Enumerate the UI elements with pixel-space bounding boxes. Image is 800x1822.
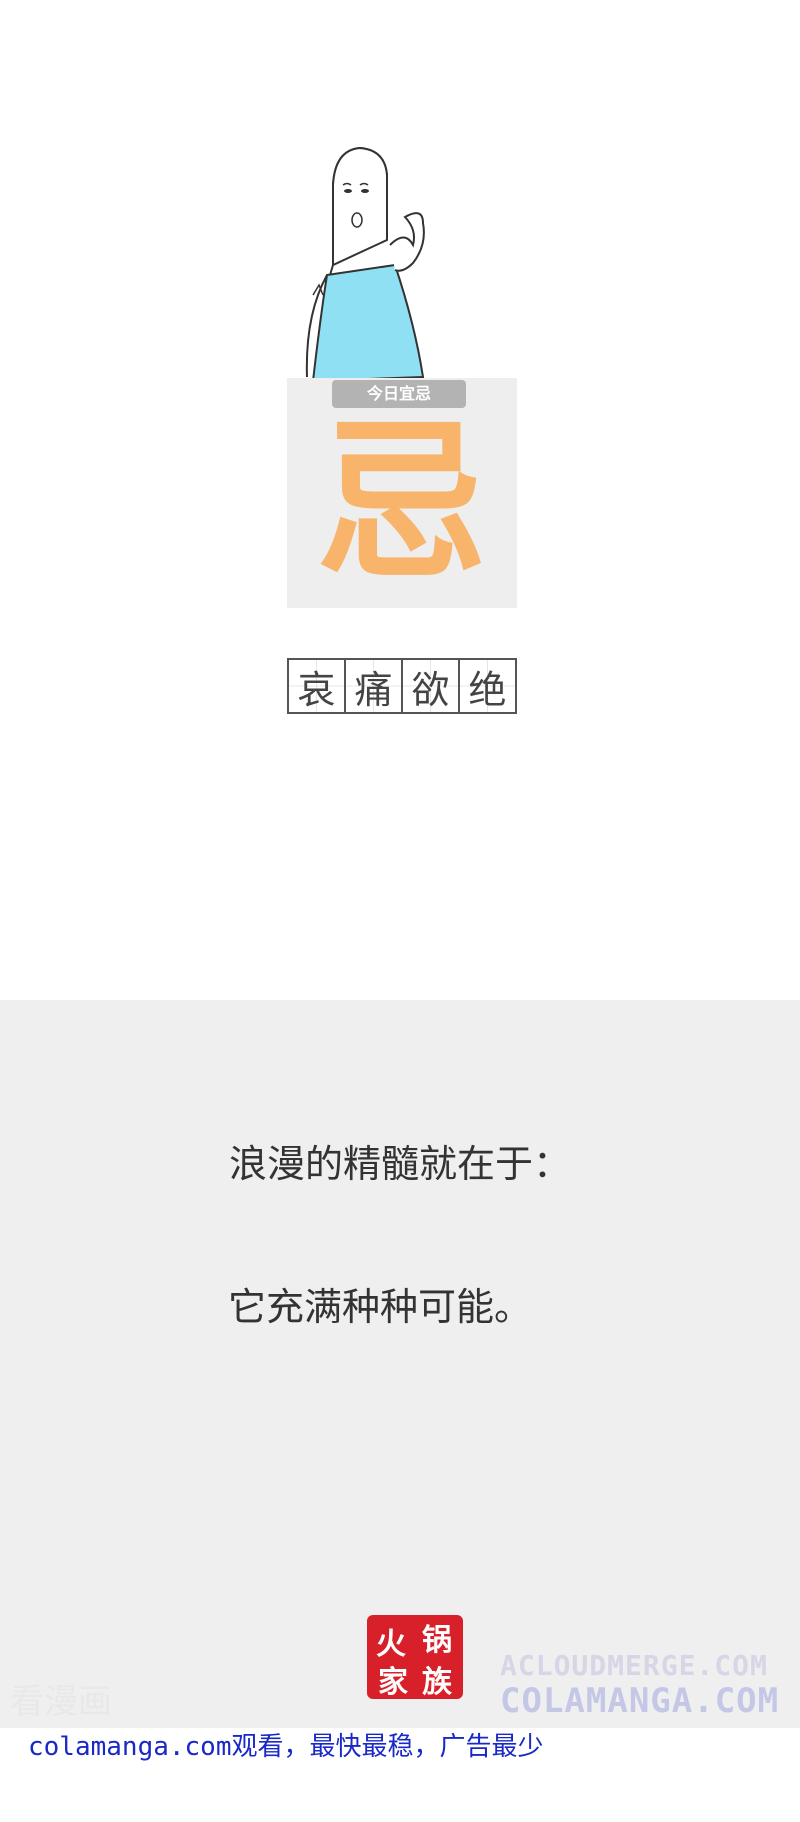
panel-line-1: 浪漫的精髓就在于： <box>228 1142 571 1186</box>
comic-page: 今日宜忌 忌 哀 痛 欲 绝 浪漫的精髓就在于： 它充满种种可能。 火 锅 家 … <box>0 0 800 1822</box>
watermark-colamanga: COLAMANGA.COM <box>500 1681 780 1721</box>
watermark-right: ACLOUDMERGE.COM COLAMANGA.COM <box>500 1649 800 1721</box>
idiom-char: 痛 <box>346 660 403 712</box>
idiom-char: 哀 <box>289 660 346 712</box>
hotpot-family-seal: 火 锅 家 族 <box>367 1615 463 1700</box>
svg-text:火: 火 <box>376 1627 406 1662</box>
idiom-grid: 哀 痛 欲 绝 <box>287 658 517 714</box>
panel-line-2: 它充满种种可能。 <box>227 1285 532 1329</box>
svg-text:家: 家 <box>378 1665 408 1700</box>
character-illustration <box>305 146 425 383</box>
svg-text:族: 族 <box>422 1665 453 1700</box>
svg-text:锅: 锅 <box>422 1623 452 1658</box>
watermark-acloudmerge: ACLOUDMERGE.COM <box>500 1649 768 1682</box>
ad-link-text[interactable]: colamanga.com观看，最快最稳，广告最少 <box>28 1726 544 1763</box>
idiom-char: 绝 <box>460 660 515 712</box>
idiom-char: 欲 <box>403 660 460 712</box>
zigzag-edge <box>0 1000 800 1020</box>
daily-taboo-card: 今日宜忌 忌 <box>287 378 517 608</box>
taboo-glyph: 忌 <box>316 402 488 603</box>
watermark-left: 看漫画 <box>10 1682 112 1722</box>
